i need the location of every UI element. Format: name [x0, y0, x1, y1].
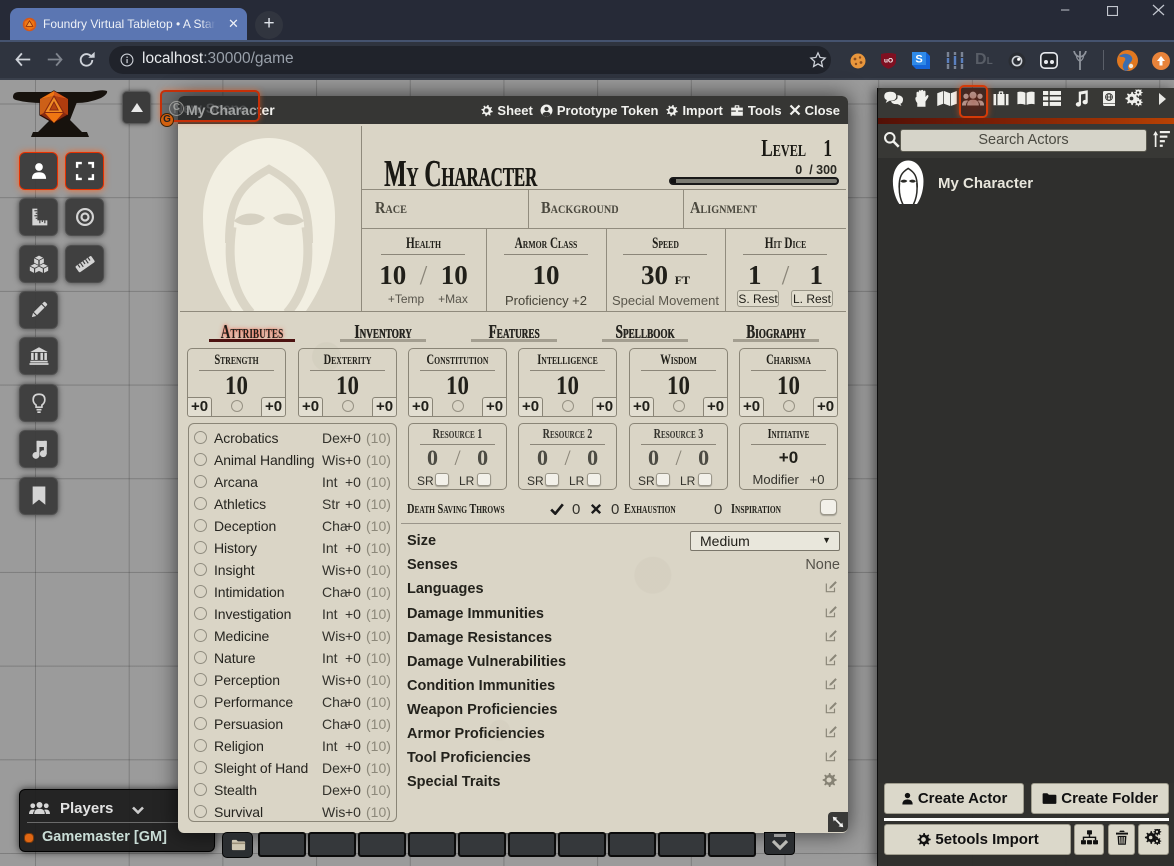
svg-text:S: S: [915, 54, 922, 66]
svg-text:uO: uO: [884, 58, 893, 65]
